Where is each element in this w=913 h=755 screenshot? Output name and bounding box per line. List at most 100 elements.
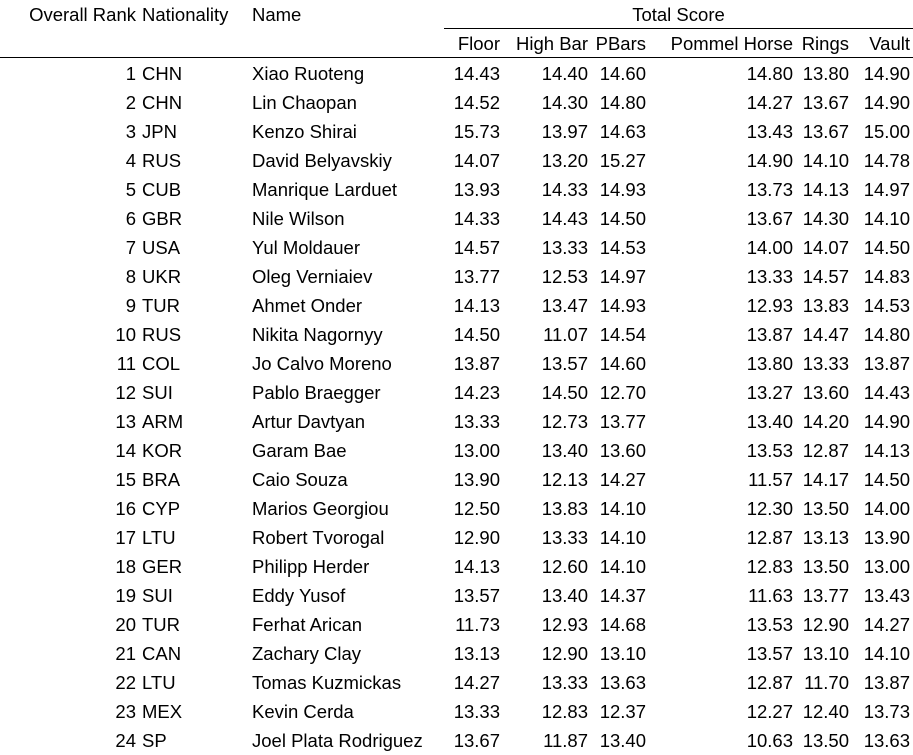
high-bar-cell: 13.47 xyxy=(541,295,588,316)
rank-cell: 5 xyxy=(125,179,136,200)
floor-cell: 13.13 xyxy=(453,643,500,664)
pommel-horse-cell: 14.80 xyxy=(746,63,793,84)
pbars-cell: 14.80 xyxy=(599,92,646,113)
nationality-cell: CAN xyxy=(142,643,182,664)
vault-cell: 14.13 xyxy=(863,440,910,461)
pommel-horse-cell: 12.30 xyxy=(746,498,793,519)
rings-cell: 12.40 xyxy=(802,701,849,722)
table-row: 11 COL Jo Calvo Moreno 13.87 13.57 14.60 13.80… xyxy=(0,349,913,378)
name-cell: Zachary Clay xyxy=(252,643,361,664)
table-row: 6 GBR Nile Wilson 14.33 14.43 14.50 13.67 14.30… xyxy=(0,204,913,233)
nationality-cell: RUS xyxy=(142,324,182,345)
name-cell: Garam Bae xyxy=(252,440,347,461)
rank-cell: 14 xyxy=(115,440,136,461)
rank-cell: 10 xyxy=(115,324,136,345)
table-row: 17 LTU Robert Tvorogal 12.90 13.33 14.10 12.87… xyxy=(0,523,913,552)
rings-cell: 12.87 xyxy=(802,440,849,461)
table-row: 1 CHN Xiao Ruoteng 14.43 14.40 14.60 14.80 13.8… xyxy=(0,59,913,88)
floor-cell: 15.73 xyxy=(453,121,500,142)
rank-cell: 21 xyxy=(115,643,136,664)
table-row: 21 CAN Zachary Clay 13.13 12.90 13.10 13.57 13.… xyxy=(0,639,913,668)
floor-cell: 11.73 xyxy=(455,614,500,635)
floor-cell: 14.13 xyxy=(453,556,500,577)
pommel-horse-cell: 14.90 xyxy=(746,150,793,171)
table-row: 2 CHN Lin Chaopan 14.52 14.30 14.80 14.27 13.67… xyxy=(0,88,913,117)
vault-cell: 13.87 xyxy=(863,353,910,374)
pommel-horse-cell: 12.93 xyxy=(746,295,793,316)
nationality-cell: LTU xyxy=(142,672,176,693)
rings-cell: 13.77 xyxy=(802,585,849,606)
nationality-cell: LTU xyxy=(142,527,176,548)
nationality-cell: CHN xyxy=(142,92,183,113)
name-cell: Philipp Herder xyxy=(252,556,370,577)
nationality-cell: SUI xyxy=(142,585,173,606)
high-bar-cell: 13.57 xyxy=(541,353,588,374)
pommel-horse-cell: 13.73 xyxy=(746,179,793,200)
name-cell: Tomas Kuzmickas xyxy=(252,672,402,693)
name-cell: Marios Georgiou xyxy=(252,498,389,519)
rank-cell: 16 xyxy=(115,498,136,519)
floor-cell: 14.13 xyxy=(453,295,500,316)
name-cell: David Belyavskiy xyxy=(252,150,392,171)
rings-cell: 14.57 xyxy=(802,266,849,287)
rings-cell: 14.47 xyxy=(802,324,849,345)
rank-cell: 23 xyxy=(115,701,136,722)
pbars-cell: 14.50 xyxy=(599,208,646,229)
name-cell: Xiao Ruoteng xyxy=(252,63,365,84)
floor-cell: 14.52 xyxy=(453,92,500,113)
rank-cell: 9 xyxy=(125,295,136,316)
header-total-score: Total Score xyxy=(632,4,725,25)
vault-cell: 13.90 xyxy=(863,527,910,548)
nationality-cell: UKR xyxy=(142,266,182,287)
high-bar-cell: 13.33 xyxy=(541,672,588,693)
vault-cell: 14.97 xyxy=(863,179,910,200)
floor-cell: 12.50 xyxy=(453,498,500,519)
high-bar-cell: 13.20 xyxy=(541,150,588,171)
rank-cell: 19 xyxy=(115,585,136,606)
vault-cell: 14.80 xyxy=(863,324,910,345)
table-row: 7 USA Yul Moldauer 14.57 13.33 14.53 14.00 14.0… xyxy=(0,233,913,262)
floor-cell: 13.33 xyxy=(453,411,500,432)
vault-cell: 13.43 xyxy=(863,585,910,606)
rings-cell: 13.33 xyxy=(802,353,849,374)
floor-cell: 13.90 xyxy=(453,469,500,490)
vault-cell: 14.50 xyxy=(863,237,910,258)
name-cell: Robert Tvorogal xyxy=(252,527,385,548)
high-bar-cell: 14.43 xyxy=(541,208,588,229)
pbars-cell: 14.93 xyxy=(599,179,646,200)
vault-cell: 14.53 xyxy=(863,295,910,316)
pommel-horse-cell: 14.00 xyxy=(746,237,793,258)
header-nationality: Nationality xyxy=(142,4,229,25)
name-cell: Nikita Nagornyy xyxy=(252,324,383,345)
floor-cell: 13.57 xyxy=(453,585,500,606)
vault-cell: 14.00 xyxy=(863,498,910,519)
table-row: 12 SUI Pablo Braegger 14.23 14.50 12.70 13.27 1… xyxy=(0,378,913,407)
vault-cell: 14.27 xyxy=(863,614,910,635)
nationality-cell: ARM xyxy=(142,411,184,432)
table-row: 19 SUI Eddy Yusof 13.57 13.40 14.37 11.63 13.77… xyxy=(0,581,913,610)
high-bar-cell: 12.90 xyxy=(541,643,588,664)
vault-cell: 14.10 xyxy=(863,643,910,664)
vault-cell: 13.73 xyxy=(863,701,910,722)
table-row: 20 TUR Ferhat Arican 11.73 12.93 14.68 13.53 12… xyxy=(0,610,913,639)
pommel-horse-cell: 13.33 xyxy=(746,266,793,287)
rank-cell: 18 xyxy=(115,556,136,577)
rings-cell: 14.17 xyxy=(802,469,849,490)
table-row: 3 JPN Kenzo Shirai 15.73 13.97 14.63 13.43 13.6… xyxy=(0,117,913,146)
floor-cell: 12.90 xyxy=(453,527,500,548)
pbars-cell: 14.93 xyxy=(599,295,646,316)
high-bar-cell: 13.33 xyxy=(541,237,588,258)
table-row: 18 GER Philipp Herder 14.13 12.60 14.10 12.83 1… xyxy=(0,552,913,581)
floor-cell: 13.93 xyxy=(453,179,500,200)
table-row: 8 UKR Oleg Verniaiev 13.77 12.53 14.97 13.33 14… xyxy=(0,262,913,291)
rank-cell: 7 xyxy=(125,237,136,258)
nationality-cell: RUS xyxy=(142,150,182,171)
pbars-cell: 14.10 xyxy=(599,556,646,577)
pbars-cell: 13.10 xyxy=(599,643,646,664)
rank-cell: 13 xyxy=(115,411,136,432)
rings-cell: 13.80 xyxy=(802,63,849,84)
name-cell: Manrique Larduet xyxy=(252,179,398,200)
table-row: 4 RUS David Belyavskiy 14.07 13.20 15.27 14.90… xyxy=(0,146,913,175)
name-cell: Oleg Verniaiev xyxy=(252,266,373,287)
pbars-cell: 14.54 xyxy=(599,324,646,345)
